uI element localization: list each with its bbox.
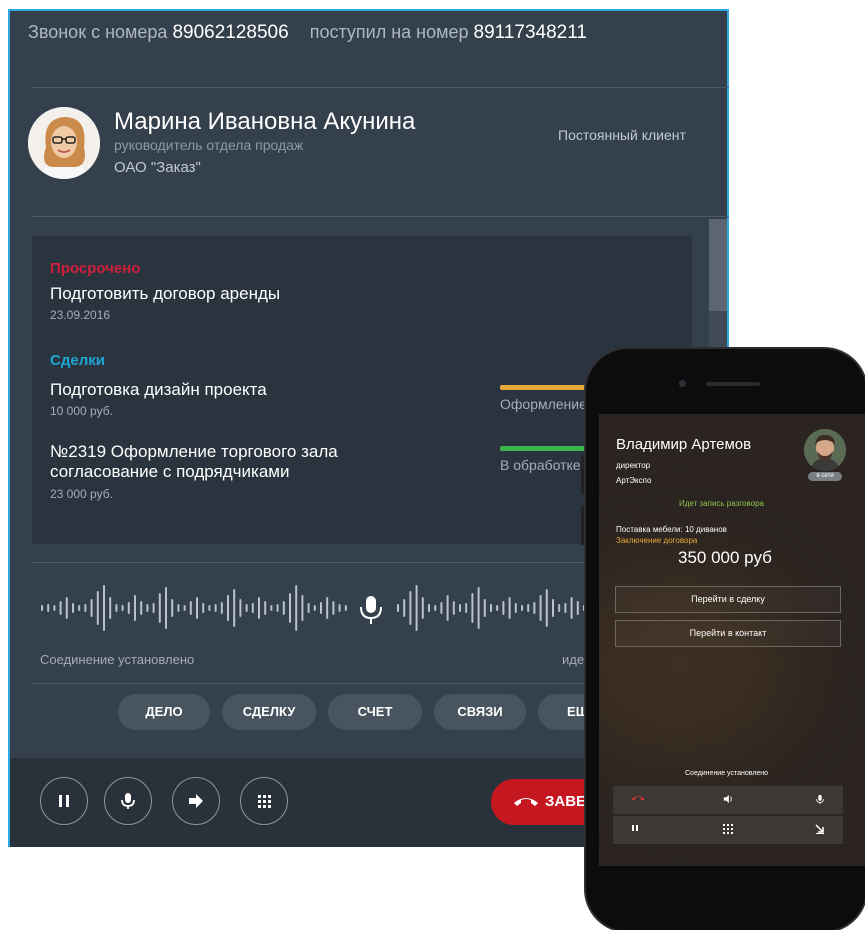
- phone-contact-avatar: [804, 429, 846, 471]
- hangup-icon: [514, 798, 538, 806]
- overdue-heading: Просрочено: [50, 260, 141, 277]
- speaker-icon: [723, 794, 732, 804]
- contact-status: Постоянный клиент: [558, 127, 686, 143]
- action-task-button[interactable]: ДЕЛО: [118, 694, 210, 730]
- deal-stage-label: Оформление: [500, 396, 587, 412]
- deal-amount: 23 000 руб.: [50, 487, 113, 501]
- mute-button[interactable]: [104, 777, 152, 825]
- action-deal-button[interactable]: СДЕЛКУ: [222, 694, 316, 730]
- phone-speaker: [706, 382, 760, 386]
- action-links-button[interactable]: СВЯЗИ: [434, 694, 526, 730]
- pause-button[interactable]: [40, 777, 88, 825]
- overdue-task-date: 23.09.2016: [50, 308, 111, 322]
- phone-contact-position: директор: [616, 461, 651, 470]
- deal-title-line: №2319 Оформление торгового зала: [50, 442, 338, 461]
- deal-title[interactable]: №2319 Оформление торгового зала согласов…: [50, 442, 338, 482]
- connection-status: Соединение установлено: [40, 652, 195, 667]
- call-from-label: Звонок с номера: [28, 22, 168, 42]
- minimize-arrow-icon: [815, 824, 824, 834]
- deal-title[interactable]: Подготовка дизайн проекта: [50, 380, 267, 400]
- target-number: 89117348211: [473, 22, 587, 43]
- hangup-icon: [631, 796, 645, 801]
- phone-camera: [679, 380, 686, 387]
- phone-hangup-button[interactable]: [627, 786, 647, 814]
- phone-contact-name: Владимир Артемов: [616, 436, 752, 453]
- contact-avatar: [28, 107, 100, 179]
- divider: [32, 87, 729, 88]
- contact-position: руководитель отдела продаж: [114, 137, 304, 153]
- stage: Звонок с номера 89062128506 поступил на …: [0, 0, 865, 930]
- microphone-icon: [816, 794, 824, 805]
- audio-waveform: [41, 585, 592, 631]
- contact-name[interactable]: Марина Ивановна Акунина: [114, 108, 415, 136]
- deal-stage-label: В обработке: [500, 457, 581, 473]
- recording-status: иде: [562, 652, 585, 667]
- call-header: Звонок с номера 89062128506 поступил на …: [28, 22, 587, 44]
- goto-contact-button[interactable]: Перейти в контакт: [615, 620, 841, 647]
- deal-title-line: согласование с подрядчиками: [50, 462, 290, 481]
- scrollbar-thumb[interactable]: [709, 219, 727, 311]
- transfer-button[interactable]: [172, 777, 220, 825]
- phone-deal-stage: Заключение договора: [616, 536, 698, 545]
- pause-icon: [59, 795, 69, 807]
- phone-deal-amount: 350 000 руб: [678, 548, 772, 567]
- caller-number: 89062128506: [172, 22, 289, 43]
- divider: [32, 216, 729, 217]
- overdue-task-title[interactable]: Подготовить договор аренды: [50, 284, 280, 304]
- arrow-right-icon: [189, 794, 203, 808]
- phone-recording-status: Идет запись разговора: [679, 499, 764, 508]
- phone-keypad-button[interactable]: [719, 816, 739, 844]
- phone-minimize-button[interactable]: [811, 816, 831, 844]
- keypad-icon: [258, 795, 271, 808]
- call-to-label: поступил на номер: [309, 22, 469, 42]
- phone-pause-button[interactable]: [627, 816, 647, 844]
- deal-amount: 10 000 руб.: [50, 404, 113, 418]
- phone-speaker-button[interactable]: [719, 786, 739, 814]
- end-call-label: ЗАВЕ: [545, 793, 587, 810]
- deals-heading: Сделки: [50, 352, 105, 369]
- action-invoice-button[interactable]: СЧЕТ: [328, 694, 422, 730]
- keypad-icon: [723, 824, 733, 834]
- phone-connection-status: Соединение установлено: [685, 770, 769, 777]
- contact-company[interactable]: ОАО "Заказ": [114, 159, 201, 176]
- phone-mute-button[interactable]: [811, 786, 831, 814]
- keypad-button[interactable]: [240, 777, 288, 825]
- phone-contact-company: АртЭкспо: [616, 476, 652, 485]
- microphone-icon: [121, 793, 135, 809]
- phone-controls-row: [613, 816, 843, 844]
- phone-deal-title: Поставка мебели: 10 диванов: [616, 525, 727, 534]
- microphone-icon: [360, 596, 382, 624]
- pause-icon: [632, 825, 638, 831]
- phone-controls-row: [613, 786, 843, 814]
- goto-deal-button[interactable]: Перейти в сделку: [615, 586, 841, 613]
- phone-online-badge: в сети: [808, 472, 842, 481]
